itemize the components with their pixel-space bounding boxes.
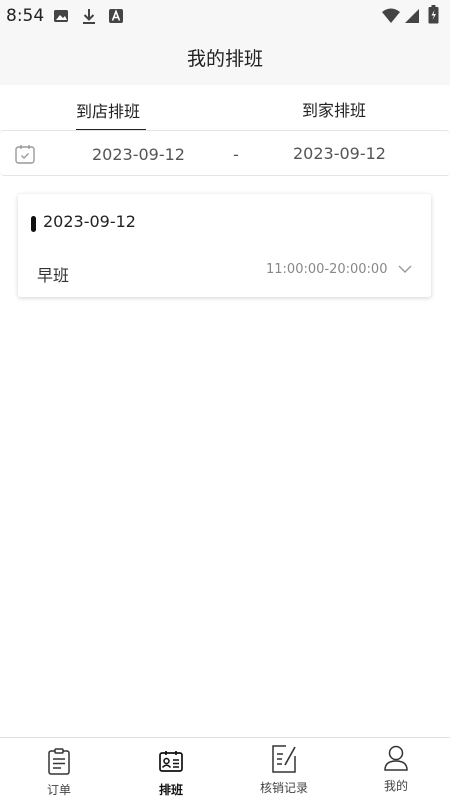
clipboard-icon <box>48 748 70 775</box>
nav-mine[interactable]: 我的 <box>340 738 450 800</box>
nav-orders[interactable]: 订单 <box>3 738 115 800</box>
shift-time: 11:00:00-20:00:00 <box>266 262 388 277</box>
nav-redemption-label: 核销记录 <box>259 781 308 795</box>
end-date[interactable]: 2023-09-12 <box>293 144 386 163</box>
edit-list-icon <box>272 745 296 773</box>
tab-home-schedule[interactable]: 到家排班 <box>302 97 366 121</box>
nav-mine-label: 我的 <box>383 779 408 793</box>
id-card-icon <box>159 751 183 772</box>
schedule-tabs: 到店排班 到家排班 <box>0 86 450 131</box>
download-icon <box>83 9 95 24</box>
date-marker <box>31 216 36 232</box>
tab-store-schedule[interactable]: 到店排班 <box>76 98 140 122</box>
a-badge-icon <box>109 9 123 23</box>
status-bar: 8:54 <box>0 0 450 32</box>
image-icon <box>54 10 68 22</box>
start-date[interactable]: 2023-09-12 <box>92 145 185 164</box>
nav-redemption-records[interactable]: 核销记录 <box>228 738 340 800</box>
bottom-nav: 订单 排班 核销记录 我的 <box>0 737 450 800</box>
user-icon <box>384 745 408 771</box>
chevron-down-icon[interactable] <box>398 264 412 274</box>
schedule-date: 2023-09-12 <box>43 212 136 231</box>
date-separator: - <box>233 145 239 164</box>
nav-schedule-label: 排班 <box>158 783 183 797</box>
nav-orders-label: 订单 <box>46 783 71 797</box>
signal-icon <box>405 9 419 23</box>
nav-schedule[interactable]: 排班 <box>115 738 227 800</box>
title-bar: 我的排班 <box>0 32 450 85</box>
status-time: 8:54 <box>6 6 45 26</box>
wifi-icon <box>382 8 400 23</box>
schedule-card: 2023-09-12 早班 11:00:00-20:00:00 <box>18 194 431 297</box>
battery-icon <box>428 5 439 24</box>
shift-name: 早班 <box>37 266 70 285</box>
date-range-picker[interactable]: 2023-09-12 - 2023-09-12 <box>0 130 450 176</box>
calendar-icon[interactable] <box>14 143 36 165</box>
page-title: 我的排班 <box>186 48 263 70</box>
